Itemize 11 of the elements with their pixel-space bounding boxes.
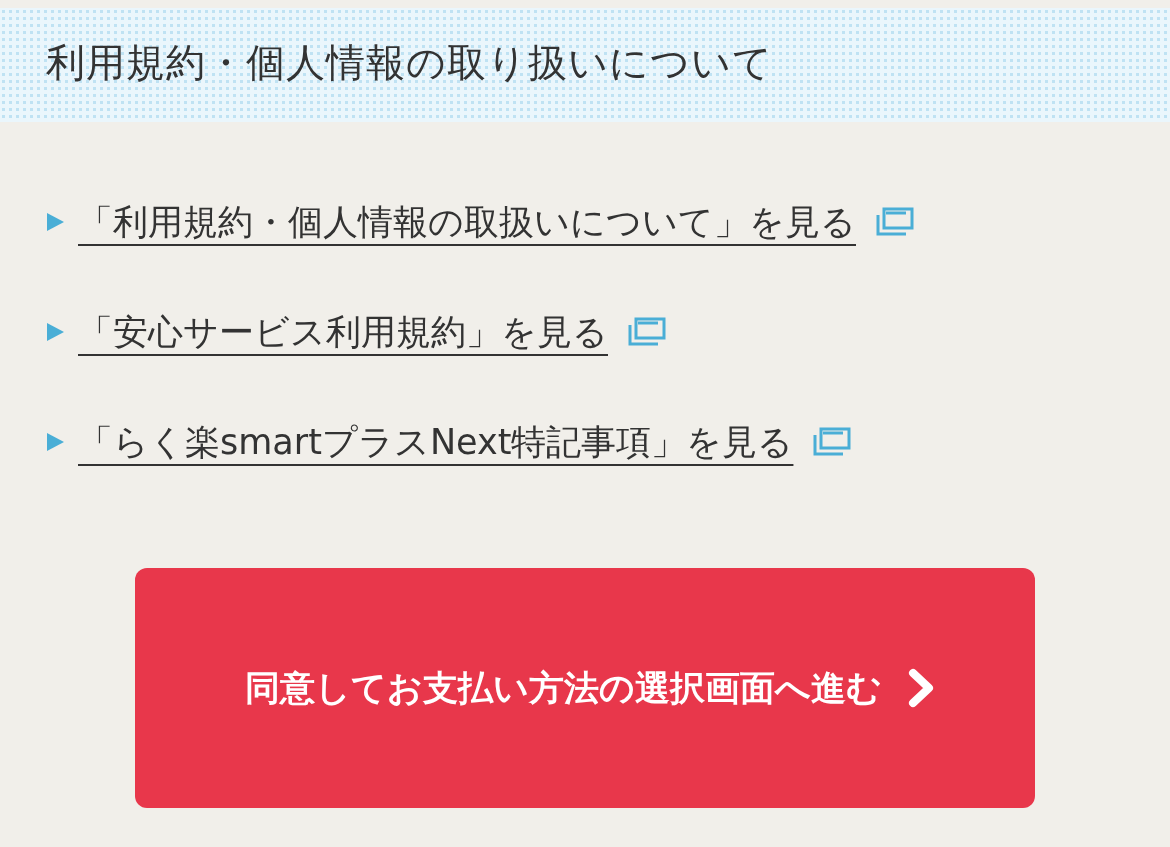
document-link[interactable]: 「利用規約・個人情報の取扱いについて」を見る: [78, 198, 856, 246]
document-link[interactable]: 「安心サービス利用規約」を見る: [78, 308, 608, 356]
new-window-icon: [628, 317, 666, 347]
section-title: 利用規約・個人情報の取り扱いについて: [46, 39, 773, 87]
triangle-icon: [45, 212, 65, 232]
next-button[interactable]: 同意してお支払い方法の選択画面へ進む: [135, 568, 1035, 808]
document-link[interactable]: 「らく楽smartプラスNext特記事項」を見る: [78, 418, 794, 466]
new-window-icon: [876, 207, 914, 237]
triangle-icon: [45, 322, 65, 342]
triangle-icon: [45, 432, 65, 452]
new-window-icon: [813, 427, 852, 457]
